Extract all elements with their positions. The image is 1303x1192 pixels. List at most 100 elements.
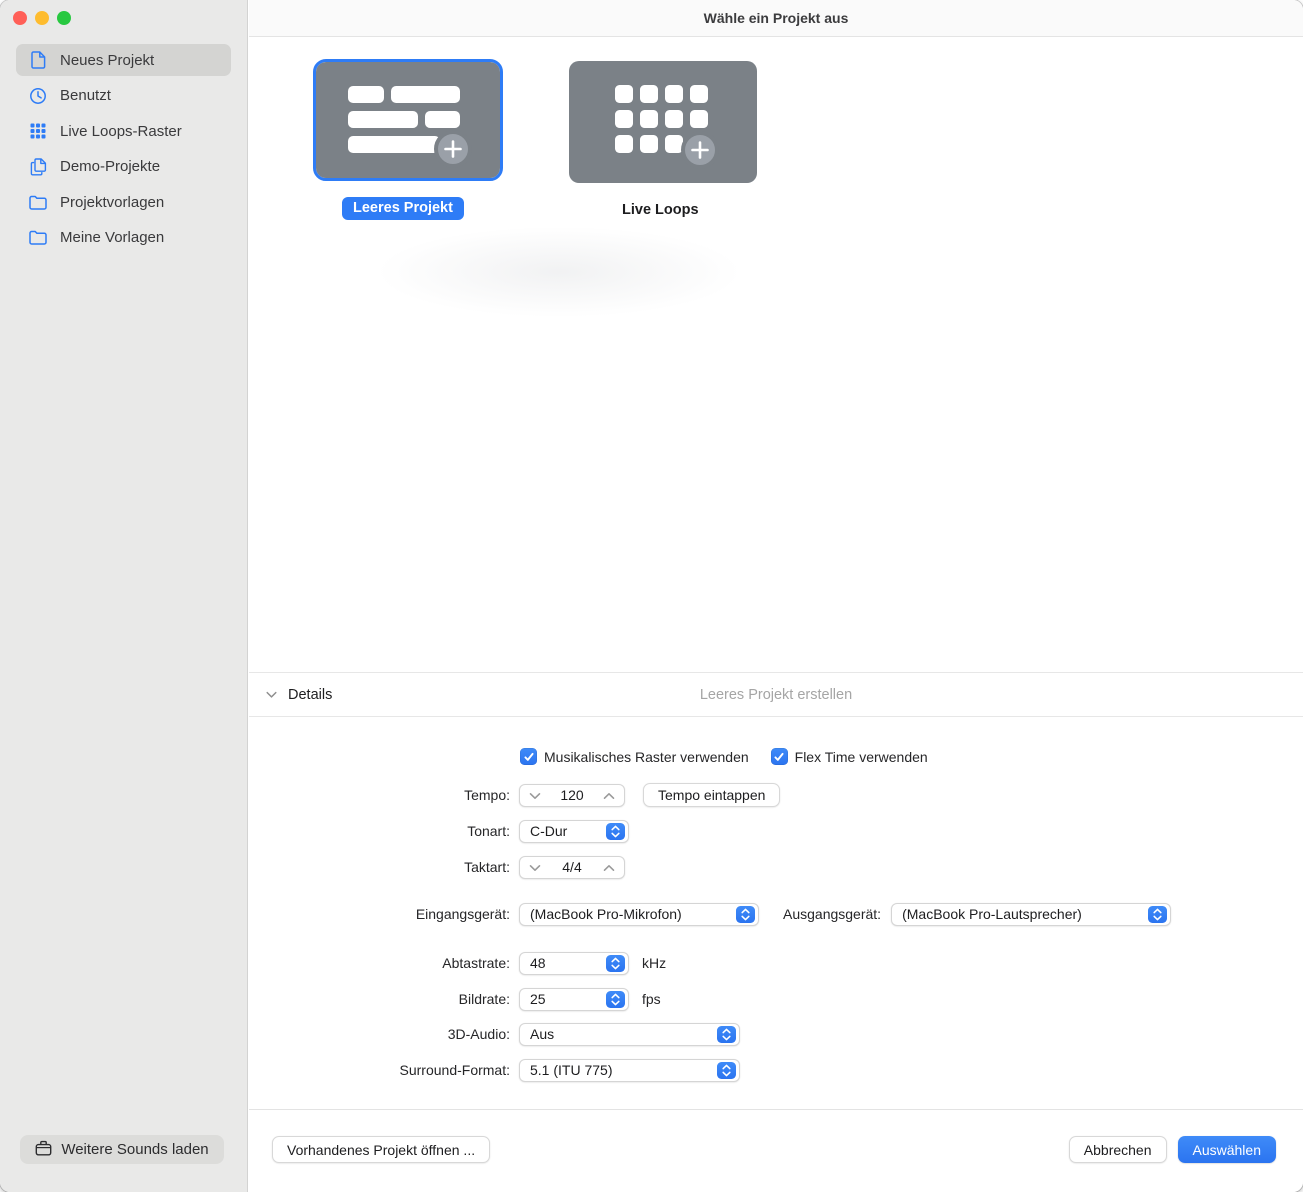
time-signature-stepper[interactable]: 4/4	[519, 856, 625, 879]
close-window-button[interactable]	[13, 11, 27, 25]
time-signature-label: Taktart:	[249, 859, 510, 875]
frame-rate-label: Bildrate:	[249, 991, 510, 1007]
zoom-window-button[interactable]	[57, 11, 71, 25]
loop-cell	[640, 85, 658, 103]
sidebar-item-label: Live Loops-Raster	[60, 123, 182, 140]
audio-devices-row: Eingangsgerät: (MacBook Pro-Mikrofon) Au…	[249, 902, 1171, 926]
output-device-select[interactable]: (MacBook Pro-Lautsprecher)	[891, 903, 1171, 926]
tempo-label: Tempo:	[249, 787, 510, 803]
checkbox-checked-icon[interactable]	[520, 748, 537, 765]
select-arrows-icon	[717, 1062, 736, 1079]
project-gallery: Leeres Projekt Live Loops	[249, 37, 1303, 672]
plus-icon	[681, 131, 719, 169]
flex-time-checkbox-group[interactable]: Flex Time verwenden	[771, 748, 928, 765]
open-existing-project-button[interactable]: Vorhandenes Projekt öffnen ...	[272, 1136, 490, 1163]
select-arrows-icon	[717, 1026, 736, 1043]
input-device-select[interactable]: (MacBook Pro-Mikrofon)	[519, 903, 759, 926]
tile-label-leeres-projekt[interactable]: Leeres Projekt	[342, 197, 464, 220]
audio3d-value: Aus	[530, 1026, 554, 1042]
loop-cell	[665, 85, 683, 103]
musical-grid-checkbox-label: Musikalisches Raster verwenden	[544, 749, 749, 765]
checkbox-row: Musikalisches Raster verwenden Flex Time…	[520, 748, 928, 765]
tile-reflection	[299, 207, 819, 337]
frame-rate-value: 25	[530, 991, 546, 1007]
minimize-window-button[interactable]	[35, 11, 49, 25]
key-select[interactable]: C-Dur	[519, 820, 629, 843]
load-more-sounds-button[interactable]: Weitere Sounds laden	[20, 1135, 224, 1164]
loop-cell	[615, 85, 633, 103]
select-arrows-icon	[1148, 906, 1167, 923]
sample-rate-value: 48	[530, 955, 546, 971]
sample-rate-select[interactable]: 48	[519, 952, 629, 975]
surround-format-row: Surround-Format: 5.1 (ITU 775)	[249, 1058, 740, 1082]
select-arrows-icon	[606, 955, 625, 972]
surround-format-select[interactable]: 5.1 (ITU 775)	[519, 1059, 740, 1082]
stepper-increment-icon[interactable]	[603, 859, 615, 875]
sample-rate-row: Abtastrate: 48 kHz	[249, 951, 666, 975]
loop-cell	[690, 85, 708, 103]
choose-button[interactable]: Auswählen	[1178, 1136, 1277, 1163]
sidebar-nav: Neues Projekt Benutzt	[16, 44, 231, 257]
details-bar: Details Leeres Projekt erstellen	[249, 672, 1303, 717]
key-label: Tonart:	[249, 823, 510, 839]
select-arrows-icon	[606, 823, 625, 840]
sample-rate-label: Abtastrate:	[249, 955, 510, 971]
sidebar-item-label: Meine Vorlagen	[60, 229, 164, 246]
loop-cell	[640, 110, 658, 128]
folder-icon	[29, 195, 47, 210]
tempo-row: Tempo: 120 Tempo eintappen	[249, 783, 780, 807]
tempo-value: 120	[560, 787, 583, 803]
sound-box-icon	[35, 1140, 52, 1160]
sidebar-item-projektvorlagen[interactable]: Projektvorlagen	[16, 186, 231, 218]
audio3d-label: 3D-Audio:	[249, 1026, 510, 1042]
titlebar: Wähle ein Projekt aus	[249, 0, 1303, 37]
main-panel: Wähle ein Projekt aus Leeres Projekt	[249, 0, 1303, 1192]
audio3d-row: 3D-Audio: Aus	[249, 1022, 740, 1046]
frame-rate-unit: fps	[642, 991, 661, 1007]
tile-label-live-loops[interactable]: Live Loops	[622, 202, 699, 218]
track-bar	[348, 86, 384, 103]
musical-grid-checkbox-group[interactable]: Musikalisches Raster verwenden	[520, 748, 749, 765]
sidebar-item-demo-projekte[interactable]: Demo-Projekte	[16, 151, 231, 183]
track-bar	[348, 111, 418, 128]
stepper-decrement-icon[interactable]	[529, 787, 541, 803]
output-device-label: Ausgangsgerät:	[783, 906, 881, 922]
checkbox-checked-icon[interactable]	[771, 748, 788, 765]
track-bar	[391, 86, 460, 103]
surround-format-label: Surround-Format:	[249, 1062, 510, 1078]
loop-cell	[665, 110, 683, 128]
select-arrows-icon	[736, 906, 755, 923]
time-signature-row: Taktart: 4/4	[249, 855, 625, 879]
sample-rate-unit: kHz	[642, 955, 666, 971]
stepper-decrement-icon[interactable]	[529, 859, 541, 875]
loop-cell	[615, 110, 633, 128]
project-tile-live-loops[interactable]	[569, 61, 757, 183]
loop-cell	[690, 110, 708, 128]
sidebar-item-benutzt[interactable]: Benutzt	[16, 80, 231, 112]
sidebar-item-live-loops-raster[interactable]: Live Loops-Raster	[16, 115, 231, 147]
sidebar-item-label: Projektvorlagen	[60, 194, 164, 211]
clock-icon	[29, 87, 47, 105]
audio3d-select[interactable]: Aus	[519, 1023, 740, 1046]
loop-cell	[615, 135, 633, 153]
flex-time-checkbox-label: Flex Time verwenden	[795, 749, 928, 765]
tempo-stepper[interactable]: 120	[519, 784, 625, 807]
load-more-sounds-label: Weitere Sounds laden	[61, 1141, 208, 1158]
documents-icon	[29, 158, 47, 176]
details-disclosure[interactable]: Details	[266, 686, 332, 704]
project-chooser-window: Neues Projekt Benutzt	[0, 0, 1303, 1192]
cancel-button[interactable]: Abbrechen	[1069, 1136, 1167, 1163]
input-device-value: (MacBook Pro-Mikrofon)	[530, 906, 682, 922]
project-tile-leeres-projekt[interactable]	[316, 62, 500, 178]
output-device-value: (MacBook Pro-Lautsprecher)	[902, 906, 1082, 922]
sidebar-item-neues-projekt[interactable]: Neues Projekt	[16, 44, 231, 76]
key-row: Tonart: C-Dur	[249, 819, 629, 843]
sidebar-item-meine-vorlagen[interactable]: Meine Vorlagen	[16, 222, 231, 254]
frame-rate-select[interactable]: 25	[519, 988, 629, 1011]
input-device-label: Eingangsgerät:	[249, 906, 510, 922]
details-subtitle: Leeres Projekt erstellen	[249, 687, 1303, 703]
details-label: Details	[288, 687, 332, 703]
tap-tempo-button[interactable]: Tempo eintappen	[643, 783, 780, 807]
plus-icon	[434, 130, 472, 168]
stepper-increment-icon[interactable]	[603, 787, 615, 803]
